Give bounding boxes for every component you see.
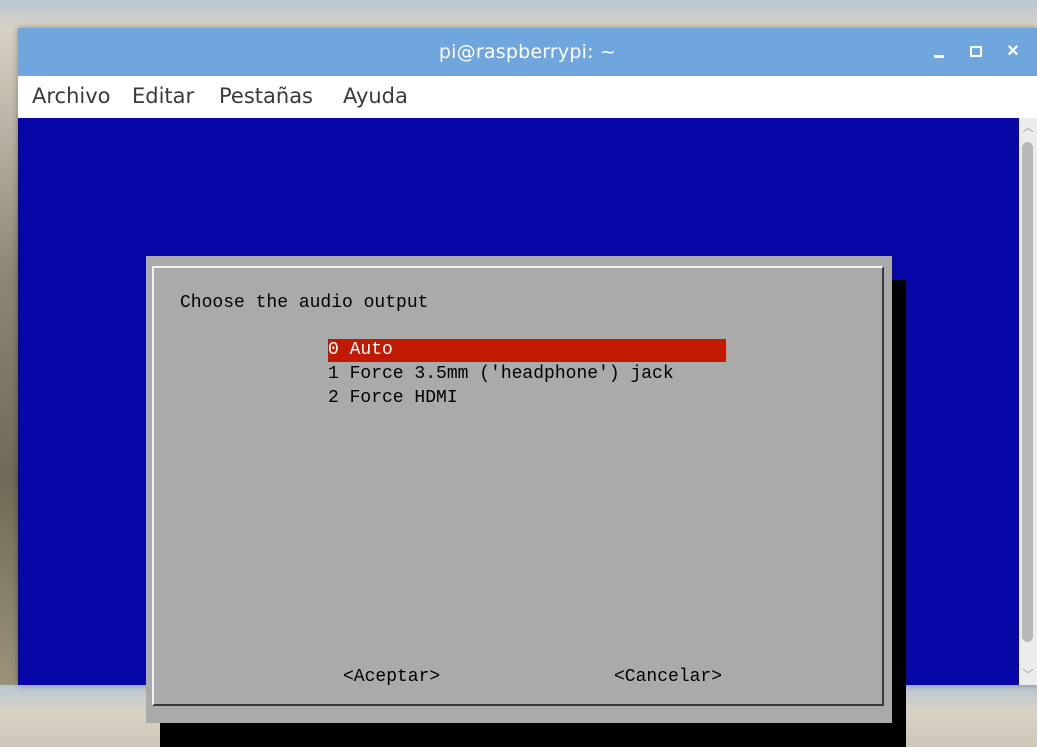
dialog-prompt: Choose the audio output: [180, 293, 429, 313]
menu-bar: Archivo Editar Pestañas Ayuda: [18, 76, 1037, 118]
minimize-button[interactable]: [926, 38, 952, 64]
accept-button[interactable]: <Aceptar>: [343, 667, 440, 687]
option-force-headphone-jack[interactable]: 1 Force 3.5mm ('headphone') jack: [328, 363, 674, 386]
scroll-thumb[interactable]: [1022, 142, 1033, 642]
menu-ayuda[interactable]: Ayuda: [343, 84, 408, 108]
menu-archivo[interactable]: Archivo: [32, 84, 111, 108]
option-force-hdmi[interactable]: 2 Force HDMI: [328, 387, 458, 410]
title-bar[interactable]: pi@raspberrypi: ~ ×: [18, 28, 1037, 76]
audio-output-dialog: Choose the audio output 0 Auto 1 Force 3…: [146, 256, 892, 723]
terminal-window: pi@raspberrypi: ~ × Archivo Editar Pesta…: [18, 28, 1037, 747]
menu-pestanas[interactable]: Pestañas: [219, 84, 313, 108]
window-title: pi@raspberrypi: ~: [438, 41, 617, 63]
terminal-area[interactable]: Choose the audio output 0 Auto 1 Force 3…: [18, 118, 1019, 747]
scroll-down-arrow-icon[interactable]: ﹀: [1019, 667, 1037, 683]
menu-editar[interactable]: Editar: [132, 84, 194, 108]
maximize-button[interactable]: [963, 38, 989, 64]
dialog-frame: Choose the audio output 0 Auto 1 Force 3…: [152, 266, 884, 706]
scroll-up-arrow-icon[interactable]: ︿: [1019, 120, 1037, 136]
option-auto[interactable]: 0 Auto: [328, 339, 726, 362]
vertical-scrollbar[interactable]: ︿ ﹀: [1019, 118, 1037, 685]
close-button[interactable]: ×: [1000, 38, 1026, 64]
cancel-button[interactable]: <Cancelar>: [614, 667, 722, 687]
